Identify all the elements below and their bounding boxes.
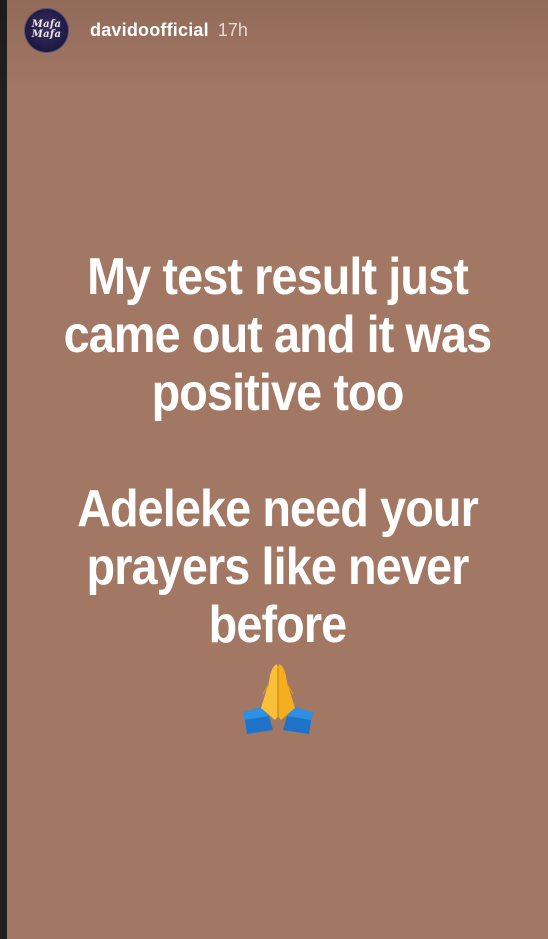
username[interactable]: davidoofficial — [90, 20, 209, 41]
post-time: 17h — [217, 19, 248, 40]
caption-line-1: My test result just came out and it was … — [63, 248, 493, 422]
caption-line-2: Adeleke need your prayers like never bef… — [77, 480, 479, 654]
avatar-label: Mafa Mafa — [31, 19, 62, 40]
story-caption: My test result just came out and it was … — [34, 248, 521, 654]
caption-gap — [34, 422, 521, 480]
screen-edge — [0, 0, 7, 939]
avatar[interactable]: Mafa Mafa — [24, 7, 69, 53]
folded-hands-icon — [243, 664, 313, 734]
story-frame[interactable]: Mafa Mafa davidoofficial 17h My test res… — [0, 0, 548, 939]
story-header: Mafa Mafa davidoofficial 17h — [24, 7, 248, 53]
